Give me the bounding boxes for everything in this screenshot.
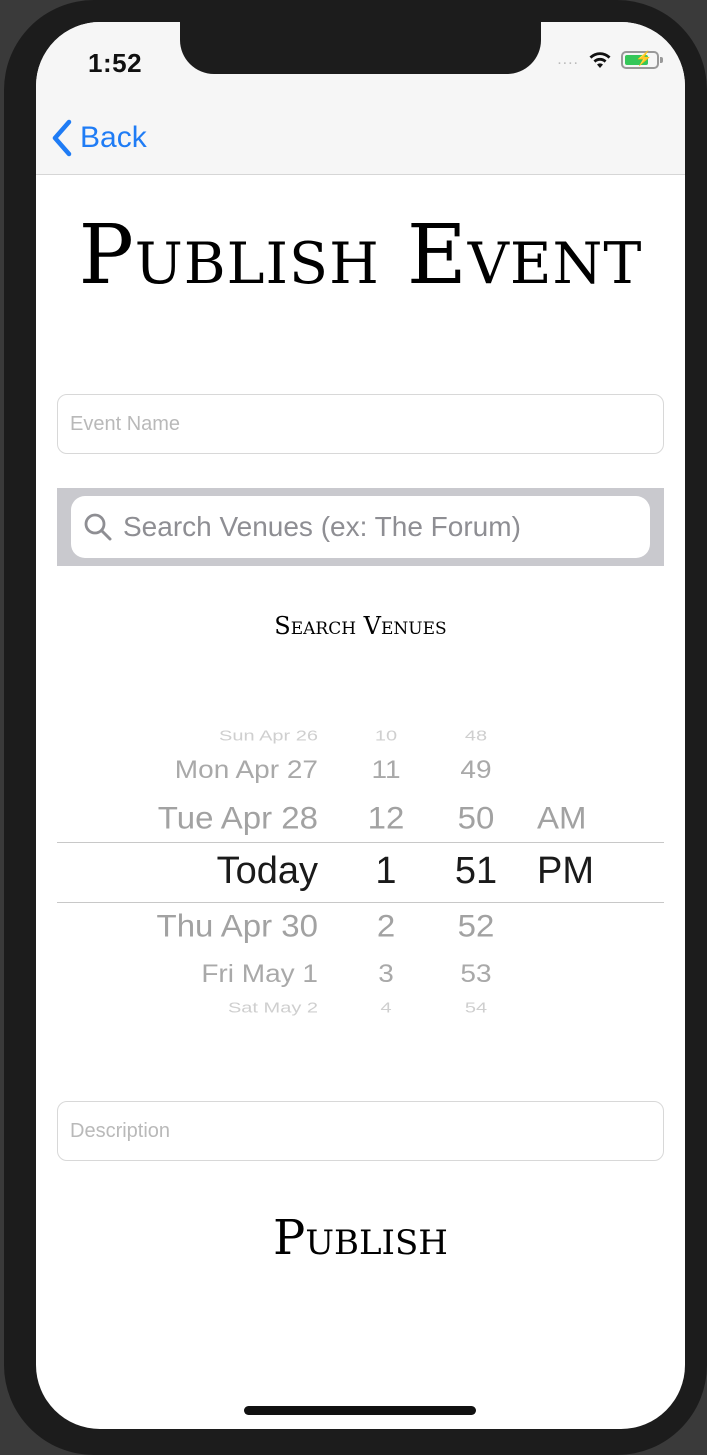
- charging-bolt-icon: ⚡: [635, 50, 653, 66]
- picker-date-label: Sun Apr 26: [219, 728, 318, 744]
- picker-date-label: Fri May 1: [201, 960, 318, 988]
- picker-minute-label: 53: [460, 960, 492, 988]
- picker-minute-label: 48: [464, 728, 488, 744]
- venue-search-input[interactable]: [123, 511, 623, 543]
- venue-search-field[interactable]: [71, 496, 650, 558]
- page-title: Publish Event: [78, 208, 643, 303]
- picker-hour-label: 12: [367, 799, 405, 836]
- venue-search-bar: [57, 488, 664, 566]
- picker-row[interactable]: Thu Apr 30 2 52: [57, 907, 664, 945]
- picker-row[interactable]: Mon Apr 27 11 49: [57, 755, 664, 785]
- picker-selection-top-line: [57, 842, 664, 843]
- picker-minute-label: 54: [464, 1000, 488, 1016]
- back-button[interactable]: Back: [50, 118, 147, 158]
- picker-row[interactable]: Sun Apr 26 10 48: [57, 727, 664, 744]
- navigation-bar: 1:52 .... ⚡ Back: [36, 22, 685, 175]
- picker-row[interactable]: Sat May 2 4 54: [57, 999, 664, 1016]
- wifi-icon: [589, 52, 611, 68]
- picker-selection-bottom-line: [57, 902, 664, 903]
- picker-hour-label: 3: [378, 960, 394, 988]
- date-time-picker[interactable]: Sun Apr 26 10 48 Mon Apr 27 11 49 Tue Apr 28 12…: [57, 720, 664, 1032]
- picker-minute-label: 51: [454, 850, 498, 893]
- picker-hour-label: 1: [375, 850, 397, 893]
- device-notch: [180, 22, 541, 74]
- picker-hour-label: 2: [376, 907, 396, 944]
- app-screen: 1:52 .... ⚡ Back Publish Event Event Nam…: [36, 22, 685, 1429]
- picker-row[interactable]: Today 1 51 PM: [57, 849, 664, 895]
- picker-row[interactable]: Fri May 1 3 53: [57, 959, 664, 989]
- publish-button[interactable]: Publish: [36, 1210, 685, 1266]
- home-indicator: [244, 1406, 476, 1415]
- cellular-signal-icon: ....: [557, 51, 579, 68]
- picker-date-label: Thu Apr 30: [156, 907, 318, 944]
- picker-date-label: Mon Apr 27: [174, 756, 318, 784]
- search-venues-button[interactable]: Search Venues: [36, 612, 685, 640]
- picker-minute-label: 49: [460, 756, 492, 784]
- picker-date-label: Sat May 2: [227, 1000, 318, 1016]
- picker-row[interactable]: Tue Apr 28 12 50 AM: [57, 799, 664, 837]
- picker-hour-label: 4: [380, 1000, 392, 1016]
- description-field[interactable]: [57, 1101, 664, 1161]
- search-icon: [84, 513, 112, 541]
- picker-date-label: Today: [216, 850, 318, 893]
- picker-hour-label: 11: [371, 756, 401, 784]
- picker-ampm-label: PM: [537, 850, 594, 893]
- event-name-field[interactable]: [57, 394, 664, 454]
- picker-minute-label: 52: [457, 907, 495, 944]
- picker-ampm-label: AM: [537, 799, 587, 836]
- back-label: Back: [80, 121, 147, 154]
- picker-minute-label: 50: [457, 799, 495, 836]
- battery-icon: ⚡: [621, 50, 663, 69]
- picker-date-label: Tue Apr 28: [157, 799, 318, 836]
- battery-cap: [660, 57, 663, 63]
- chevron-left-icon: [52, 119, 72, 157]
- status-time: 1:52: [88, 48, 143, 78]
- picker-hour-label: 10: [374, 728, 398, 744]
- status-icons: .... ⚡: [557, 50, 663, 70]
